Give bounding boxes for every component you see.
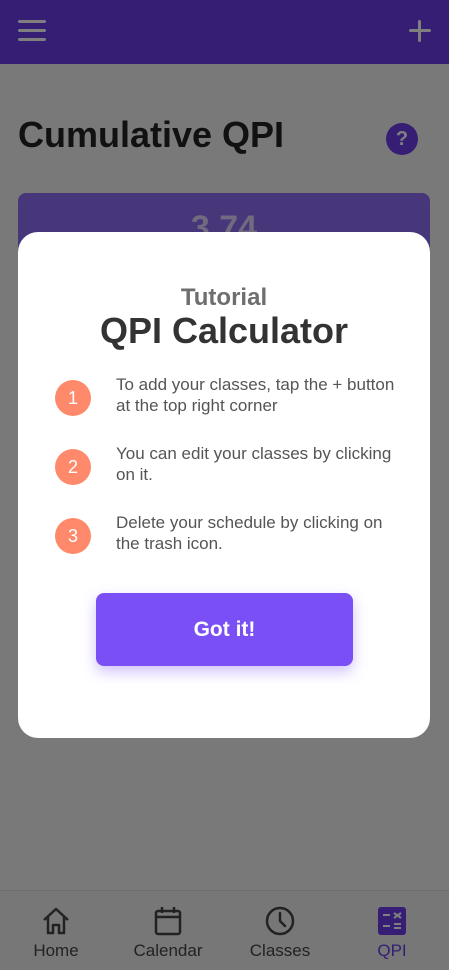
step-number-badge: 3	[55, 518, 91, 554]
tutorial-step: 3 Delete your schedule by clicking on th…	[55, 513, 395, 568]
tutorial-subtitle: Tutorial	[180, 284, 268, 311]
got-it-button[interactable]: Got it!	[96, 593, 353, 666]
step-text: You can edit your classes by clicking on…	[116, 444, 392, 484]
tutorial-step: 1 To add your classes, tap the + button …	[55, 375, 395, 430]
tutorial-step: 2 You can edit your classes by clicking …	[55, 444, 395, 499]
step-number-badge: 2	[55, 449, 91, 485]
tutorial-title: QPI Calculator	[99, 310, 349, 351]
step-text: Delete your schedule by clicking on the …	[116, 513, 383, 553]
step-number-badge: 1	[55, 380, 91, 416]
step-text: To add your classes, tap the + button at…	[116, 375, 395, 415]
tutorial-dialog: Tutorial QPI Calculator 1 To add your cl…	[18, 232, 430, 738]
